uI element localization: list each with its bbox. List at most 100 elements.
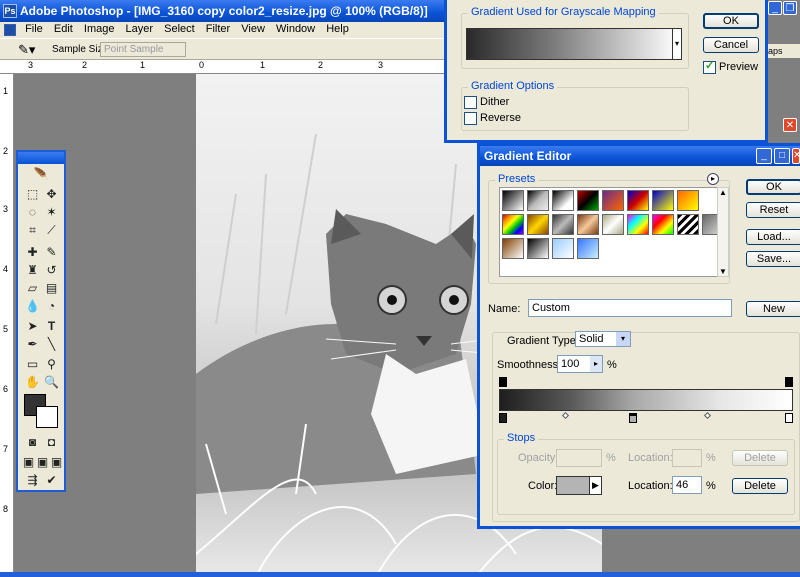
document-icon[interactable] [4,24,16,36]
notes-tool-icon[interactable]: ▭ [24,356,41,373]
preset-swatch[interactable] [527,190,549,211]
path-selection-tool-icon[interactable]: ➤ [24,318,41,335]
minimize-icon[interactable]: _ [756,148,772,164]
presets-menu-arrow-icon[interactable]: ▸ [707,173,719,185]
feather-logo-icon[interactable]: 🪶 [26,166,56,183]
standard-mode-icon[interactable]: ◙ [24,434,41,451]
smoothness-input[interactable]: 100 ▸ [557,355,603,373]
color-menu-arrow-icon[interactable]: ▶ [589,477,601,494]
preset-swatch[interactable] [502,214,524,235]
crop-tool-icon[interactable]: ⌗ [24,222,41,239]
lasso-tool-icon[interactable]: ◌ [24,204,41,221]
sample-size-select[interactable]: Point Sample [100,42,186,57]
blur-tool-icon[interactable]: 💧 [24,298,41,315]
preset-swatch[interactable] [552,214,574,235]
eyedropper-tool-icon[interactable]: ⚲ [43,356,60,373]
color-delete-button[interactable]: Delete [732,478,788,494]
gradient-type-select[interactable]: Solid ▾ [575,331,631,347]
preset-swatch[interactable] [577,214,599,235]
preset-swatch[interactable] [552,238,574,259]
quick-mask-mode-icon[interactable]: ◘ [43,434,60,451]
gradient-editor-title-bar[interactable]: Gradient Editor [480,146,800,166]
menu-edit[interactable]: Edit [50,22,77,36]
preset-swatch[interactable] [652,214,674,235]
menu-select[interactable]: Select [160,22,199,36]
editor-ok-button[interactable]: OK [746,179,800,195]
name-input[interactable]: Custom [528,299,732,317]
load-button[interactable]: Load... [746,229,800,245]
midpoint-diamond[interactable] [703,411,712,420]
color-stop-selected[interactable] [629,413,637,423]
slice-tool-icon[interactable]: ⟋ [43,222,60,239]
gradient-dropdown-arrow-icon[interactable]: ▾ [672,28,682,60]
reverse-checkbox[interactable] [464,112,477,125]
toolbox-title-bar[interactable] [18,152,64,164]
panel-tab[interactable]: aps [768,44,800,58]
menu-file[interactable]: File [21,22,47,36]
jump-to-imageready-icon[interactable]: ⇶ [24,472,41,489]
dither-checkbox[interactable] [464,96,477,109]
preset-swatch[interactable] [527,238,549,259]
hand-tool-icon[interactable]: ✋ [24,374,41,391]
preset-swatch[interactable] [577,190,599,211]
magic-wand-tool-icon[interactable]: ✶ [43,204,60,221]
preset-swatch[interactable] [652,190,674,211]
move-tool-icon[interactable]: ✥ [43,186,60,203]
reset-button[interactable]: Reset [746,202,800,218]
preset-swatch[interactable] [527,214,549,235]
gradient-bar[interactable] [499,389,793,411]
type-tool-icon[interactable]: T [43,318,60,335]
ok-button[interactable]: OK [703,13,759,29]
menu-image[interactable]: Image [80,22,119,36]
menu-help[interactable]: Help [322,22,353,36]
preset-swatch[interactable] [602,190,624,211]
preset-swatch[interactable] [627,190,649,211]
save-button[interactable]: Save... [746,251,800,267]
color-stop-left[interactable] [499,413,507,423]
close-icon[interactable]: ✕ [783,118,797,132]
preset-swatch[interactable] [502,238,524,259]
eyedropper-icon[interactable]: ✎▾ [18,42,35,58]
preset-swatch[interactable] [577,238,599,259]
color-stop-right[interactable] [785,413,793,423]
screen-mode-full-icon[interactable]: ▣ [48,454,65,471]
opacity-stop-left[interactable] [499,377,507,387]
preview-checkbox[interactable] [703,59,716,74]
line-tool-icon[interactable]: ╲ [43,336,60,353]
background-color-swatch[interactable] [36,406,58,428]
smoothness-arrow-icon[interactable]: ▸ [590,356,602,372]
cancel-button[interactable]: Cancel [703,37,759,53]
preset-swatch[interactable] [677,190,699,211]
new-button[interactable]: New [746,301,800,317]
menu-filter[interactable]: Filter [202,22,234,36]
close-icon[interactable]: ✕ [792,148,800,164]
scroll-up-icon[interactable]: ▲ [718,188,728,197]
preset-swatch[interactable] [602,214,624,235]
clone-stamp-tool-icon[interactable]: ♜ [24,262,41,279]
maximize-icon[interactable]: □ [774,148,790,164]
gradient-tool-icon[interactable]: ▤ [43,280,60,297]
gradient-preview-bar[interactable] [466,28,680,60]
preset-swatch[interactable] [627,214,649,235]
menu-layer[interactable]: Layer [122,22,158,36]
dodge-tool-icon[interactable]: ◔ [43,298,60,315]
scroll-down-icon[interactable]: ▼ [718,267,728,276]
color-location-input[interactable]: 46 [672,476,702,494]
midpoint-diamond[interactable] [561,411,570,420]
healing-brush-tool-icon[interactable]: ✚ [24,244,41,261]
imageready-check-icon[interactable]: ✔ [43,472,60,489]
menu-window[interactable]: Window [272,22,319,36]
pen-tool-icon[interactable]: ✒ [24,336,41,353]
preset-swatch[interactable] [677,214,699,235]
restore-icon[interactable]: ❐ [783,1,797,15]
stop-color-swatch[interactable]: ▶ [556,476,602,495]
brush-tool-icon[interactable]: ✎ [43,244,60,261]
chevron-down-icon[interactable]: ▾ [616,332,630,346]
menu-view[interactable]: View [237,22,269,36]
preset-swatch[interactable] [502,190,524,211]
zoom-tool-icon[interactable]: 🔍 [43,374,60,391]
minimize-icon[interactable]: _ [768,1,782,15]
eraser-tool-icon[interactable]: ▱ [24,280,41,297]
opacity-stop-right[interactable] [785,377,793,387]
presets-scrollbar[interactable]: ▲ ▼ [717,187,729,277]
